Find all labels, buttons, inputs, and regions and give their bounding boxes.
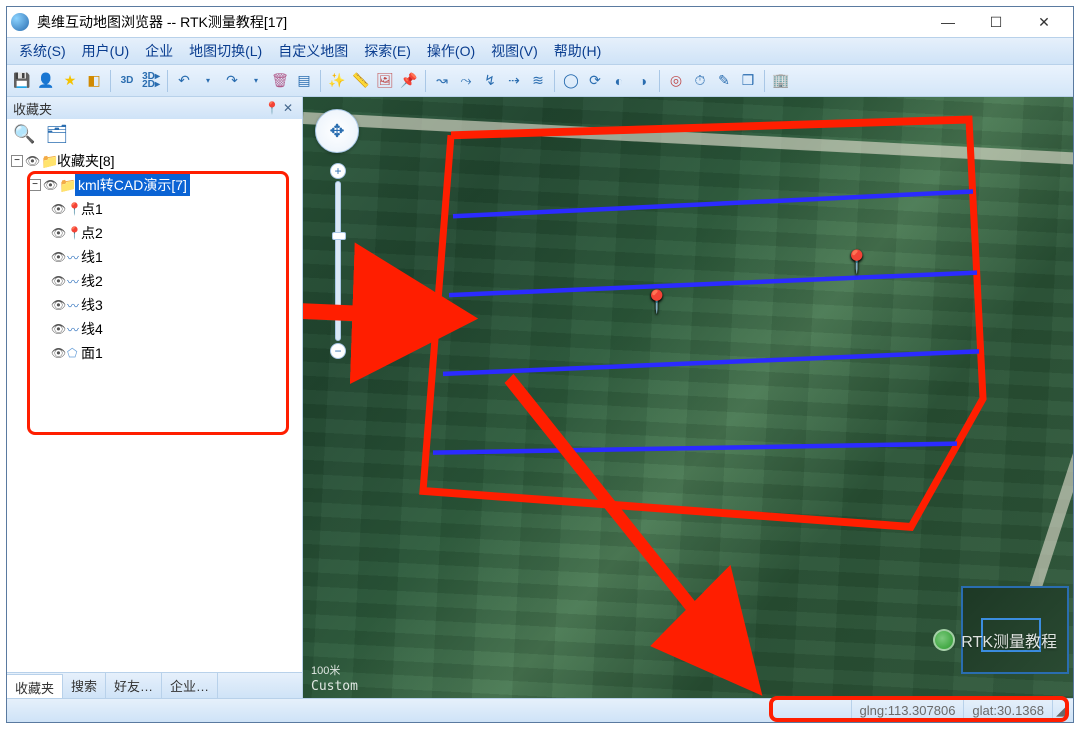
tab-enterprise[interactable]: 企业… xyxy=(162,673,218,698)
menu-custommap[interactable]: 自定义地图 xyxy=(270,39,356,63)
eye-icon[interactable]: 👁 xyxy=(43,178,59,192)
tree-root-label: 收藏夹[8] xyxy=(57,151,115,171)
edit-icon[interactable]: ✎ xyxy=(713,70,735,92)
polygon-icon: ⬠ xyxy=(67,346,81,360)
menu-user[interactable]: 用户(U) xyxy=(74,39,137,63)
collapse-icon[interactable]: − xyxy=(11,155,23,167)
point-icon: 📍 xyxy=(67,226,81,240)
tab-search[interactable]: 搜索 xyxy=(63,673,106,698)
tree-item[interactable]: 👁〰线2 xyxy=(11,269,298,293)
tab-friends[interactable]: 好友… xyxy=(106,673,162,698)
app-icon xyxy=(11,13,29,31)
ruler-icon[interactable]: 📏 xyxy=(350,70,372,92)
side-tools: 🔍 🗂 xyxy=(7,119,302,149)
3d2d-icon[interactable]: 3D▸2D▸ xyxy=(140,70,162,92)
menu-explore[interactable]: 探索(E) xyxy=(356,39,419,63)
wechat-icon xyxy=(933,629,955,651)
side-header: 收藏夹 📍 ✕ xyxy=(7,97,302,119)
map-canvas[interactable]: 📍 📍 ✥ + − 100米 Custom xyxy=(303,97,1073,698)
status-lng: glng:113.307806 xyxy=(851,699,964,722)
trash-icon[interactable]: 🗑 xyxy=(269,70,291,92)
circle3-icon[interactable]: ◐ xyxy=(608,70,630,92)
annotation-arrows xyxy=(303,97,1073,698)
folder-icon: 📁 xyxy=(41,153,57,170)
eye-icon[interactable]: 👁 xyxy=(25,154,41,168)
props-icon[interactable]: ▤ xyxy=(293,70,315,92)
tree-folder-row[interactable]: − 👁 📁 kml转CAD演示[7] xyxy=(11,173,298,197)
line-icon: 〰 xyxy=(67,273,81,290)
maximize-button[interactable]: ☐ xyxy=(981,11,1011,33)
circle2-icon[interactable]: ⟳ xyxy=(584,70,606,92)
menu-view[interactable]: 视图(V) xyxy=(483,39,546,63)
wand-icon[interactable]: ✨ xyxy=(326,70,348,92)
tree-item[interactable]: 👁⬠面1 xyxy=(11,341,298,365)
user-icon[interactable]: 👤 xyxy=(35,70,57,92)
track-icon[interactable]: ↝ xyxy=(431,70,453,92)
tree-item[interactable]: 👁〰线4 xyxy=(11,317,298,341)
layers-icon[interactable]: ❒ xyxy=(737,70,759,92)
menubar: 系统(S) 用户(U) 企业 地图切换(L) 自定义地图 探索(E) 操作(O)… xyxy=(7,37,1073,65)
pin-icon[interactable]: 📌 xyxy=(398,70,420,92)
target-icon[interactable]: ◎ xyxy=(665,70,687,92)
side-tabs: 收藏夹 搜索 好友… 企业… xyxy=(7,672,302,698)
undo-dd-icon[interactable]: ▾ xyxy=(197,70,219,92)
tree-item[interactable]: 👁📍点1 xyxy=(11,197,298,221)
watermark: RTK测量教程 xyxy=(933,628,1057,652)
folder-icon: 📁 xyxy=(59,177,75,194)
search-icon[interactable]: 🔍 xyxy=(13,124,35,145)
status-resize-icon[interactable]: ◢ xyxy=(1052,699,1069,722)
menu-enterprise[interactable]: 企业 xyxy=(137,39,181,63)
toolbar: 💾 👤 ★ ◧ 3D 3D▸2D▸ ↶ ▾ ↷ ▾ 🗑 ▤ ✨ 📏 🖼 📌 ↝ … xyxy=(7,65,1073,97)
collapse-icon[interactable]: − xyxy=(29,179,41,191)
line-icon: 〰 xyxy=(67,297,81,314)
window-title: 奥维互动地图浏览器 -- RTK测量教程[17] xyxy=(37,12,933,32)
route-icon[interactable]: ⤳ xyxy=(455,70,477,92)
titlebar: 奥维互动地图浏览器 -- RTK测量教程[17] — ☐ ✕ xyxy=(7,7,1073,37)
tree-item[interactable]: 👁📍点2 xyxy=(11,221,298,245)
tree-root-row[interactable]: − 👁 📁 收藏夹[8] xyxy=(11,149,298,173)
shape2-icon[interactable]: ⇢ xyxy=(503,70,525,92)
close-panel-icon[interactable]: ✕ xyxy=(280,101,296,115)
cascade-icon[interactable]: 🗂 xyxy=(45,124,68,145)
3d-icon[interactable]: 3D xyxy=(116,70,138,92)
tab-favorites[interactable]: 收藏夹 xyxy=(7,674,63,700)
line-icon: 〰 xyxy=(67,321,81,338)
point-icon: 📍 xyxy=(67,202,81,216)
menu-operate[interactable]: 操作(O) xyxy=(419,39,483,63)
shape3-icon[interactable]: ≋ xyxy=(527,70,549,92)
tree-item[interactable]: 👁〰线3 xyxy=(11,293,298,317)
menu-help[interactable]: 帮助(H) xyxy=(546,39,609,63)
line-icon: 〰 xyxy=(67,249,81,266)
menu-mapswitch[interactable]: 地图切换(L) xyxy=(181,39,270,63)
favorites-tree[interactable]: − 👁 📁 收藏夹[8] − 👁 📁 kml转CAD演示[7] 👁📍点1 👁📍点… xyxy=(7,149,302,672)
side-panel: 收藏夹 📍 ✕ 🔍 🗂 − 👁 📁 收藏夹[8] xyxy=(7,97,303,698)
circle4-icon[interactable]: ◑ xyxy=(632,70,654,92)
pin-panel-icon[interactable]: 📍 xyxy=(264,101,280,115)
status-lat: glat:30.1368 xyxy=(963,699,1052,722)
redo-dd-icon[interactable]: ▾ xyxy=(245,70,267,92)
building-icon[interactable]: 🏢 xyxy=(770,70,792,92)
status-bar: glng:113.307806 glat:30.1368 ◢ xyxy=(7,698,1073,722)
tree-item[interactable]: 👁〰线1 xyxy=(11,245,298,269)
tree-folder-label: kml转CAD演示[7] xyxy=(75,174,190,196)
circle1-icon[interactable]: ◯ xyxy=(560,70,582,92)
elem-icon[interactable]: ◧ xyxy=(83,70,105,92)
redo-icon[interactable]: ↷ xyxy=(221,70,243,92)
minimize-button[interactable]: — xyxy=(933,11,963,33)
app-window: 奥维互动地图浏览器 -- RTK测量教程[17] — ☐ ✕ 系统(S) 用户(… xyxy=(6,6,1074,723)
side-title: 收藏夹 xyxy=(13,99,52,118)
close-button[interactable]: ✕ xyxy=(1029,11,1059,33)
timer-icon[interactable]: ⏱ xyxy=(689,70,711,92)
undo-icon[interactable]: ↶ xyxy=(173,70,195,92)
shape1-icon[interactable]: ↯ xyxy=(479,70,501,92)
screenshot-icon[interactable]: 🖼 xyxy=(374,70,396,92)
menu-system[interactable]: 系统(S) xyxy=(11,39,74,63)
save-icon[interactable]: 💾 xyxy=(11,70,33,92)
main-area: 收藏夹 📍 ✕ 🔍 🗂 − 👁 📁 收藏夹[8] xyxy=(7,97,1073,698)
star-icon[interactable]: ★ xyxy=(59,70,81,92)
